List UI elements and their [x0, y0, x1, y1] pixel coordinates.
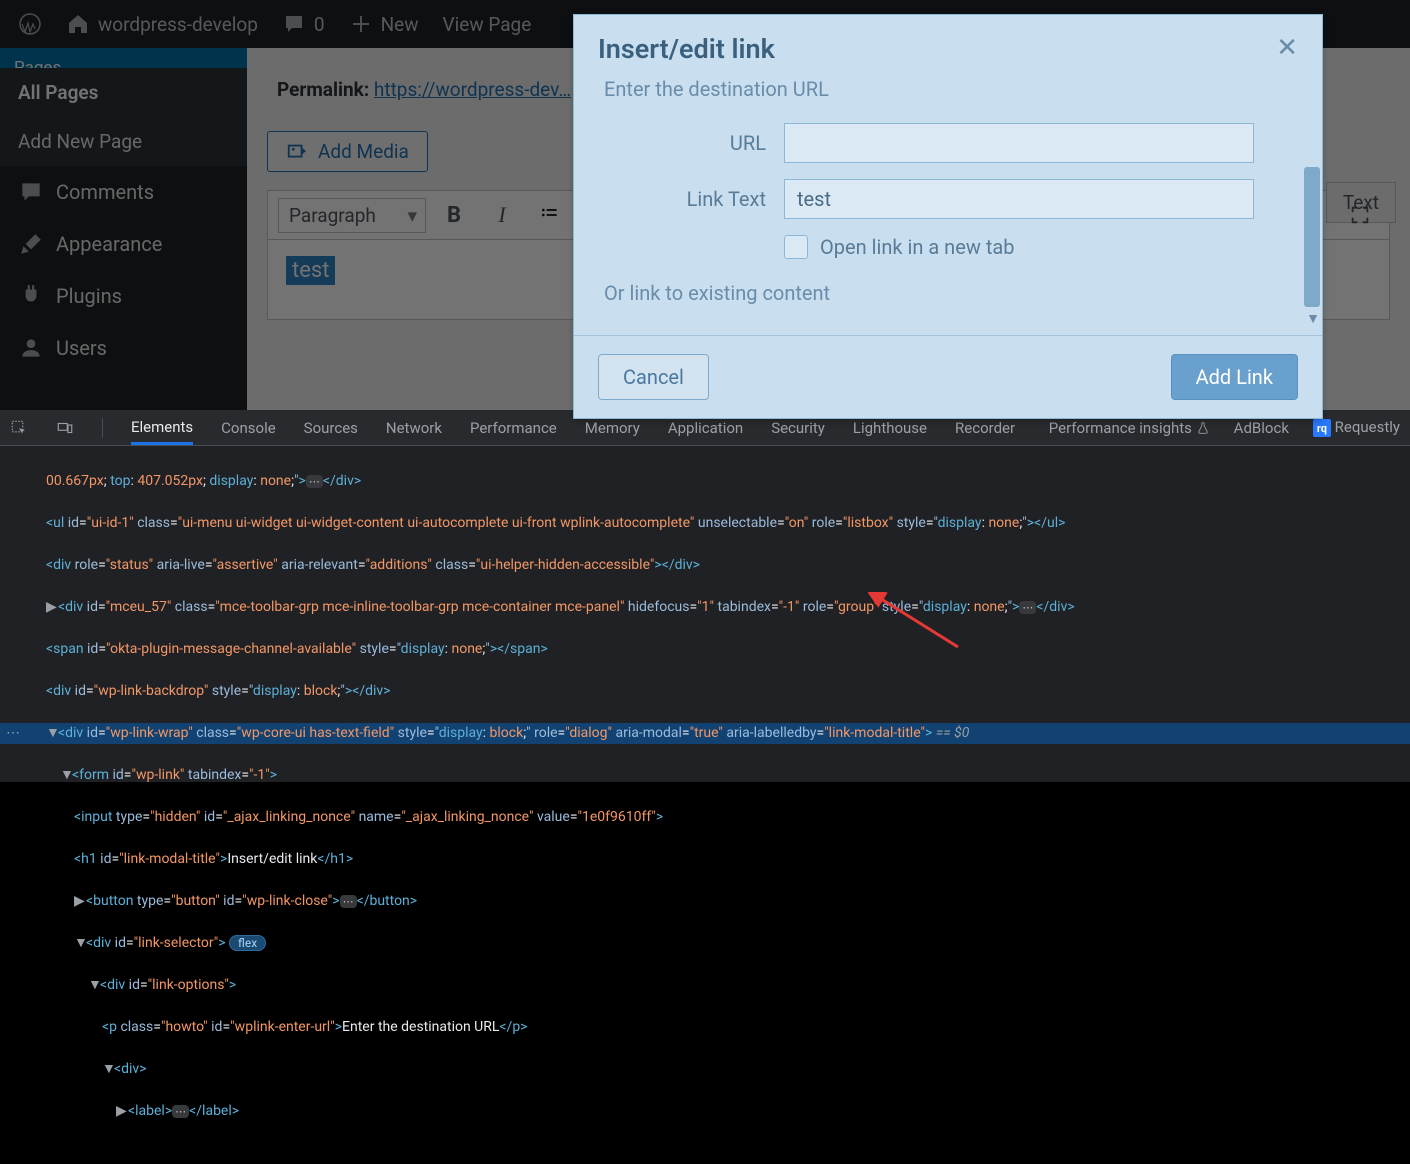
- url-input[interactable]: [784, 123, 1254, 163]
- scrollbar-thumb[interactable]: [1304, 167, 1320, 307]
- cancel-button[interactable]: Cancel: [598, 354, 709, 400]
- plug-icon: [18, 283, 44, 309]
- sidebar-plugins[interactable]: Plugins: [0, 270, 247, 322]
- list-icon: [540, 205, 560, 225]
- sidebar-appearance[interactable]: Appearance: [0, 218, 247, 270]
- dom-tree[interactable]: 00.667px; top: 407.052px; display: none;…: [0, 446, 1410, 1164]
- new-link[interactable]: New: [337, 0, 431, 48]
- url-label: URL: [604, 131, 784, 155]
- tab-adblock[interactable]: AdBlock: [1234, 419, 1289, 437]
- viewpage-link[interactable]: View Page: [431, 0, 544, 48]
- sidebar-all-pages[interactable]: All Pages: [0, 68, 247, 117]
- sidebar-users[interactable]: Users: [0, 322, 247, 374]
- add-link-button[interactable]: Add Link: [1171, 354, 1298, 400]
- plus-icon: [349, 12, 373, 36]
- permalink-url[interactable]: https://wordpress-dev…: [374, 78, 571, 101]
- inspect-icon[interactable]: [10, 419, 28, 437]
- modal-close-button[interactable]: ✕: [1276, 33, 1298, 63]
- link-modal: Insert/edit link ✕ Enter the destination…: [573, 14, 1323, 419]
- site-link[interactable]: wordpress-develop: [54, 0, 270, 48]
- site-name: wordpress-develop: [98, 13, 258, 36]
- modal-instruction: Enter the destination URL: [604, 77, 1292, 101]
- tab-network[interactable]: Network: [386, 419, 442, 437]
- fullscreen-icon: [1349, 204, 1371, 226]
- media-icon: [286, 141, 308, 163]
- newtab-checkbox[interactable]: [784, 235, 808, 259]
- existing-content-label: Or link to existing content: [604, 281, 1292, 305]
- tab-lighthouse[interactable]: Lighthouse: [853, 419, 927, 437]
- list-button[interactable]: [530, 195, 570, 235]
- comment-count: 0: [314, 13, 325, 36]
- newtab-label: Open link in a new tab: [820, 235, 1014, 259]
- tab-elements[interactable]: Elements: [131, 418, 193, 445]
- comments-link[interactable]: 0: [270, 0, 337, 48]
- linktext-label: Link Text: [604, 187, 784, 211]
- device-icon[interactable]: [56, 419, 74, 437]
- italic-button[interactable]: I: [482, 195, 522, 235]
- modal-title: Insert/edit link: [598, 33, 775, 65]
- selected-dom-node[interactable]: ▼<div id="wp-link-wrap" class="wp-core-u…: [0, 723, 1410, 744]
- requestly-icon: rq: [1313, 419, 1331, 437]
- tab-security[interactable]: Security: [771, 419, 825, 437]
- viewpage-label: View Page: [443, 13, 532, 36]
- tab-memory[interactable]: Memory: [585, 419, 640, 437]
- scroll-down-icon[interactable]: ▼: [1306, 310, 1320, 327]
- sidebar-comments[interactable]: Comments: [0, 166, 247, 218]
- format-select[interactable]: Paragraph▾: [278, 198, 426, 233]
- sidebar-pages-header[interactable]: Pages: [0, 48, 247, 68]
- sidebar-add-page[interactable]: Add New Page: [0, 117, 247, 166]
- add-media-button[interactable]: Add Media: [267, 131, 428, 172]
- admin-sidebar: Pages All Pages Add New Page Comments Ap…: [0, 48, 247, 410]
- home-icon: [66, 12, 90, 36]
- linktext-input[interactable]: [784, 179, 1254, 219]
- tab-perfinsights[interactable]: Performance insights: [1049, 419, 1210, 437]
- selected-text: test: [286, 256, 335, 285]
- new-label: New: [381, 13, 419, 36]
- flask-icon: [1196, 421, 1210, 435]
- tab-application[interactable]: Application: [668, 419, 743, 437]
- wordpress-icon: [18, 12, 42, 36]
- devtools: Elements Console Sources Network Perform…: [0, 410, 1410, 782]
- comment-icon: [282, 12, 306, 36]
- user-icon: [18, 335, 44, 361]
- fullscreen-button[interactable]: [1340, 195, 1380, 235]
- brush-icon: [18, 231, 44, 257]
- tab-sources[interactable]: Sources: [304, 419, 358, 437]
- tab-recorder[interactable]: Recorder: [955, 419, 1015, 437]
- tab-requestly[interactable]: rq Requestly: [1313, 418, 1400, 438]
- tab-performance[interactable]: Performance: [470, 419, 557, 437]
- bold-button[interactable]: B: [434, 195, 474, 235]
- comment-icon: [18, 179, 44, 205]
- wp-logo[interactable]: [6, 0, 54, 48]
- tab-console[interactable]: Console: [221, 419, 276, 437]
